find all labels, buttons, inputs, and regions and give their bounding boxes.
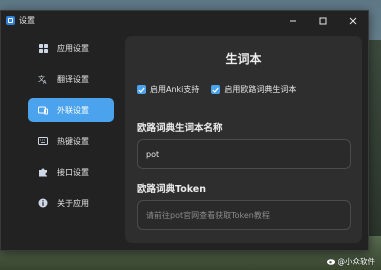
maximize-icon xyxy=(319,17,327,24)
close-button[interactable] xyxy=(338,11,368,30)
sidebar-item-label: 翻译设置 xyxy=(57,74,89,84)
wordbook-panel: 生词本 启用Anki支持 启用欧路词典生词本 欧路词典生词本名称 pot 欧路词… xyxy=(125,36,362,243)
checkbox-checked-icon xyxy=(137,85,146,94)
close-icon xyxy=(349,17,357,24)
wordbook-name-value: pot xyxy=(146,149,160,159)
sidebar-item-label: 应用设置 xyxy=(57,43,89,53)
grid-icon xyxy=(38,43,48,53)
eudic-checkbox[interactable]: 启用欧路词典生词本 xyxy=(211,84,296,95)
minimize-icon xyxy=(290,20,296,21)
window-title: 设置 xyxy=(19,16,35,25)
token-input[interactable]: 请前往pot官网查看获取Token教程 xyxy=(137,200,351,230)
sidebar-item-translate-settings[interactable]: 文A 翻译设置 xyxy=(28,67,114,91)
checkbox-checked-icon xyxy=(211,85,221,94)
keyboard-icon xyxy=(38,136,48,146)
sidebar-item-about[interactable]: 关于应用 xyxy=(28,191,114,215)
sidebar-item-label: 外联设置 xyxy=(57,105,89,115)
info-icon xyxy=(38,198,48,208)
title-bar[interactable]: 设置 xyxy=(1,11,368,30)
eudic-checkbox-label: 启用欧路词典生词本 xyxy=(224,85,297,94)
sidebar-item-api-settings[interactable]: 接口设置 xyxy=(28,160,114,184)
watermark-text: @小众软件 xyxy=(337,257,376,266)
translate-icon: 文A xyxy=(38,74,48,84)
sidebar-item-hotkey-settings[interactable]: 热键设置 xyxy=(28,129,114,153)
sidebar: 应用设置 文A 翻译设置 外联设置 热键设置 接口设置 关于应用 xyxy=(28,36,114,222)
watermark: @小众软件 xyxy=(326,256,376,267)
panel-title: 生词本 xyxy=(225,52,262,66)
maximize-button[interactable] xyxy=(308,11,338,30)
app-icon xyxy=(6,16,15,25)
puzzle-icon xyxy=(38,167,48,177)
minimize-button[interactable] xyxy=(278,11,308,30)
settings-window: 设置 应用设置 文A 翻译设置 外联设置 热键设置 接口设置 关于应用 生词本 … xyxy=(0,10,369,251)
sidebar-item-label: 热键设置 xyxy=(57,136,89,146)
weibo-logo-icon xyxy=(326,258,336,265)
sidebar-item-external-settings[interactable]: 外联设置 xyxy=(28,98,114,122)
token-placeholder: 请前往pot官网查看获取Token教程 xyxy=(146,210,270,220)
sidebar-item-label: 关于应用 xyxy=(57,198,89,208)
anki-checkbox-label: 启用Anki支持 xyxy=(150,85,200,94)
devices-icon xyxy=(38,105,48,115)
sidebar-item-label: 接口设置 xyxy=(57,167,89,177)
token-label: 欧路词典Token xyxy=(137,184,207,195)
anki-checkbox[interactable]: 启用Anki支持 xyxy=(137,84,199,95)
svg-text:A: A xyxy=(43,80,47,84)
wordbook-name-label: 欧路词典生词本名称 xyxy=(137,123,223,134)
wordbook-name-input[interactable]: pot xyxy=(137,139,351,169)
sidebar-item-app-settings[interactable]: 应用设置 xyxy=(28,36,114,60)
